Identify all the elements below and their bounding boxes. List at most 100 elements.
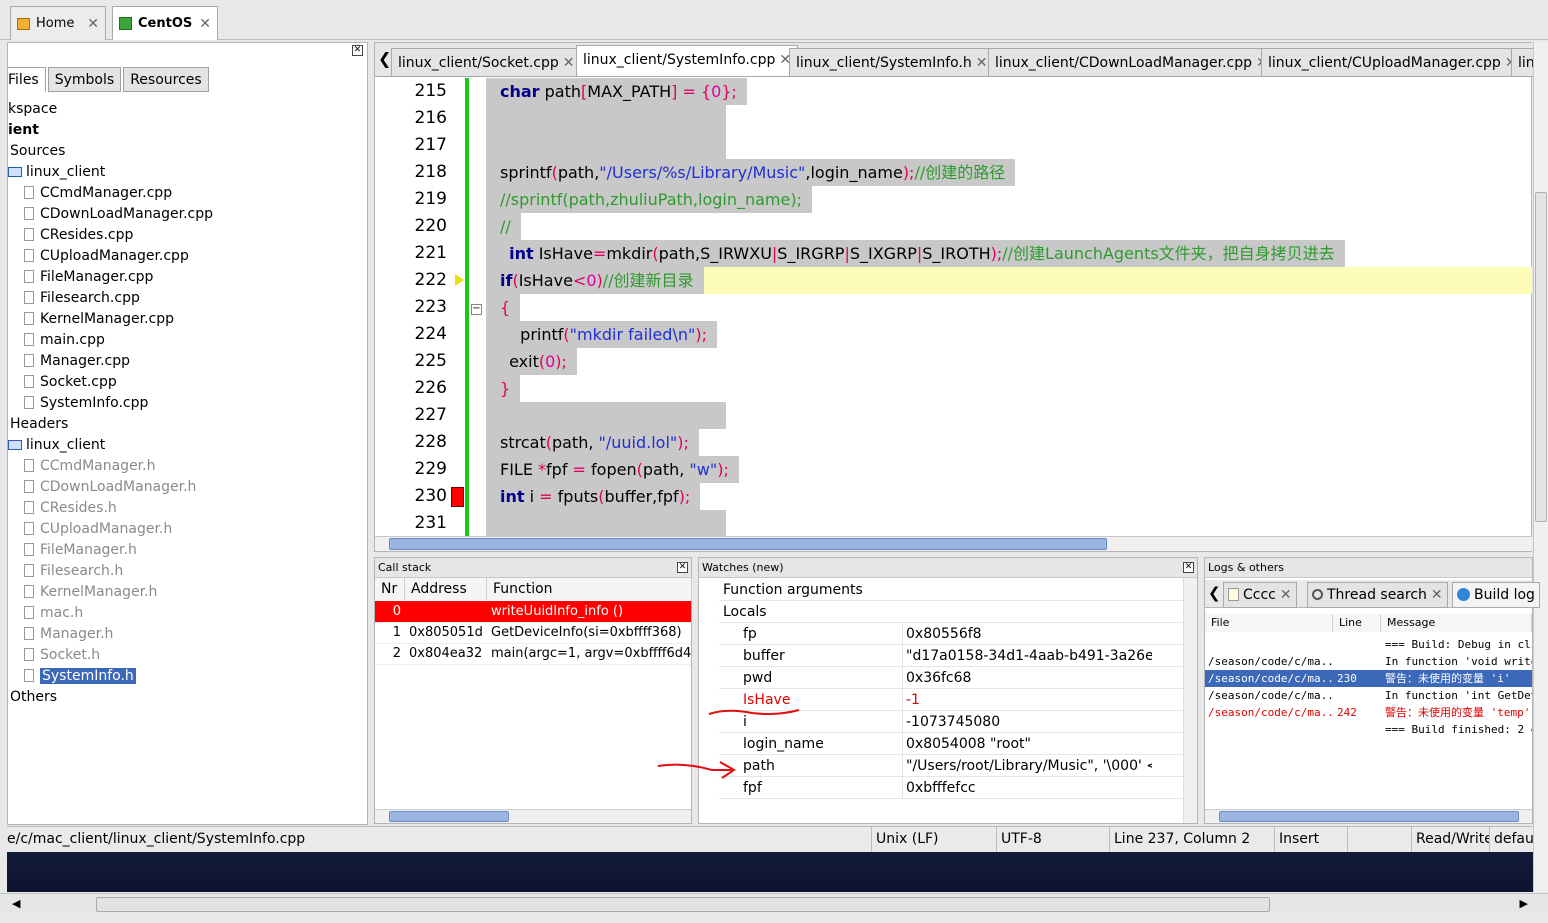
horizontal-scrollbar[interactable] bbox=[1205, 809, 1532, 823]
log-row[interactable]: === Build finished: 2 err bbox=[1205, 721, 1532, 738]
scroll-thumb[interactable] bbox=[96, 897, 1270, 912]
log-row[interactable]: /season/code/c/ma... 230 警告：未使用的变量 'i' bbox=[1205, 670, 1532, 687]
column-header[interactable]: Line bbox=[1333, 614, 1381, 632]
log-row[interactable]: /season/code/c/ma... 242 警告：未使用的变量 'temp' bbox=[1205, 704, 1532, 721]
tree-item[interactable]: linux_client bbox=[8, 435, 105, 456]
tree-item[interactable]: CCmdManager.h bbox=[24, 456, 155, 477]
tree-item[interactable]: CDownLoadManager.cpp bbox=[24, 204, 213, 225]
editor-tab[interactable]: linux_client/SystemInfo.cpp ✕ bbox=[576, 45, 799, 77]
close-icon[interactable]: ✕ bbox=[1183, 562, 1194, 573]
watch-group-locals[interactable]: − Locals bbox=[719, 601, 1183, 623]
log-row[interactable]: /season/code/c/ma... In function 'int Get… bbox=[1205, 687, 1532, 704]
tab-cccc[interactable]: Cccc ✕ bbox=[1223, 582, 1297, 608]
call-stack-row[interactable]: 1 0x805051d GetDeviceInfo(si=0xbffff368) bbox=[375, 622, 691, 644]
editor-tab[interactable]: linux_client/CUploadManager.cpp✕ bbox=[1261, 48, 1524, 77]
code-line[interactable]: //sprintf(path,zhuliuPath,login_name); bbox=[486, 186, 812, 213]
tree-item[interactable]: Manager.h bbox=[24, 624, 113, 645]
code-line[interactable] bbox=[486, 132, 726, 159]
code-line[interactable]: sprintf(path,"/Users/%s/Library/Music",l… bbox=[486, 159, 1016, 186]
editor-tab[interactable]: linux_client/Socket.cpp ✕ bbox=[391, 48, 582, 77]
watch-row[interactable]: fp 0x80556f8 bbox=[719, 623, 1183, 645]
tree-item[interactable]: CResides.cpp bbox=[24, 225, 133, 246]
code-line[interactable]: { bbox=[486, 294, 521, 321]
tree-item[interactable]: CUploadManager.cpp bbox=[24, 246, 189, 267]
scroll-thumb[interactable] bbox=[1535, 192, 1547, 522]
tree-item[interactable]: CUploadManager.h bbox=[24, 519, 172, 540]
watch-row[interactable]: buffer "d17a0158-34d1-4aab-b491-3a26eea1 bbox=[719, 645, 1183, 667]
scroll-left-icon[interactable]: ◀ bbox=[12, 897, 20, 910]
vm-tab-centos[interactable]: CentOS ✕ bbox=[112, 6, 218, 40]
vm-horizontal-scrollbar[interactable]: ◀ ▶ bbox=[0, 893, 1548, 915]
column-header[interactable]: Nr bbox=[375, 578, 405, 600]
column-header[interactable]: File bbox=[1205, 614, 1333, 632]
tree-item[interactable]: Filesearch.cpp bbox=[24, 288, 140, 309]
tree-item[interactable]: Socket.cpp bbox=[24, 372, 117, 393]
code-line[interactable]: exit(0); bbox=[486, 348, 577, 375]
scroll-thumb[interactable] bbox=[389, 538, 1107, 550]
tab-thread-search[interactable]: Thread search ✕ bbox=[1307, 582, 1448, 608]
tab-build-log[interactable]: Build log bbox=[1452, 582, 1540, 608]
log-row[interactable]: /season/code/c/ma... In function 'void wr… bbox=[1205, 653, 1532, 670]
code-line[interactable] bbox=[486, 510, 726, 536]
tab-files[interactable]: Files bbox=[8, 67, 46, 92]
vertical-scrollbar[interactable] bbox=[1533, 42, 1548, 892]
code-line[interactable]: char path[MAX_PATH] = {0}; bbox=[486, 78, 747, 105]
watch-row[interactable]: login_name 0x8054008 "root" bbox=[719, 733, 1183, 755]
tree-item[interactable]: CResides.h bbox=[24, 498, 117, 519]
vertical-scrollbar[interactable] bbox=[1183, 578, 1197, 823]
code-line[interactable]: if(IsHave<0)//创建新目录 bbox=[486, 267, 704, 294]
watch-group-function-arguments[interactable]: Function arguments bbox=[719, 579, 1183, 601]
tree-item[interactable]: ient bbox=[8, 120, 39, 141]
editor-horizontal-scrollbar[interactable] bbox=[375, 536, 1532, 551]
tree-item[interactable]: CCmdManager.cpp bbox=[24, 183, 172, 204]
tree-item[interactable]: linux_client bbox=[8, 162, 105, 183]
tree-item[interactable]: Headers bbox=[10, 414, 68, 435]
code-line[interactable]: // bbox=[486, 213, 521, 240]
column-header[interactable]: Address bbox=[405, 578, 487, 600]
chevron-left-icon[interactable]: ❮ bbox=[1208, 584, 1221, 602]
code-line[interactable] bbox=[486, 105, 726, 132]
call-stack-row[interactable]: 0 writeUuidInfo_info () bbox=[375, 601, 691, 623]
code-line[interactable]: int IsHave=mkdir(path,S_IRWXU|S_IRGRP|S_… bbox=[486, 240, 1345, 267]
tree-item[interactable]: Sources bbox=[10, 141, 65, 162]
close-icon[interactable]: ✕ bbox=[352, 45, 363, 56]
code-area[interactable]: char path[MAX_PATH] = {0}; sprintf(path,"… bbox=[486, 78, 1532, 536]
tab-symbols[interactable]: Symbols bbox=[47, 67, 122, 92]
tab-resources[interactable]: Resources bbox=[123, 67, 209, 92]
breakpoint-marker-icon[interactable] bbox=[451, 487, 464, 507]
code-line[interactable]: } bbox=[486, 375, 521, 402]
close-icon[interactable]: ✕ bbox=[1431, 587, 1443, 603]
tree-item[interactable]: SystemInfo.h bbox=[24, 666, 136, 687]
close-icon[interactable]: ✕ bbox=[976, 55, 988, 71]
chevron-left-icon[interactable]: ❮ bbox=[378, 49, 391, 68]
editor-tab[interactable]: linux_client/CDownLoadManager.cpp✕ bbox=[988, 48, 1275, 77]
tree-item[interactable]: KernelManager.h bbox=[24, 582, 157, 603]
code-line[interactable] bbox=[486, 402, 726, 429]
column-header[interactable]: Function bbox=[487, 578, 692, 600]
tree-item[interactable]: FileManager.cpp bbox=[24, 267, 153, 288]
editor-tab[interactable]: linux_client/SystemInfo.h ✕ bbox=[789, 48, 995, 77]
fold-marker-icon[interactable]: − bbox=[471, 304, 482, 315]
tree-item[interactable]: kspace bbox=[8, 99, 57, 120]
column-header[interactable]: Message bbox=[1381, 614, 1532, 632]
close-icon[interactable]: ✕ bbox=[87, 16, 99, 32]
code-line[interactable]: strcat(path, "/uuid.lol"); bbox=[486, 429, 699, 456]
watch-row[interactable]: path "/Users/root/Library/Music", '\000' … bbox=[719, 755, 1183, 777]
watch-row[interactable]: fpf 0xbfffefcc bbox=[719, 777, 1183, 799]
log-row[interactable]: === Build: Debug in clien bbox=[1205, 636, 1532, 653]
code-line[interactable]: FILE *fpf = fopen(path, "w"); bbox=[486, 456, 739, 483]
code-line[interactable]: printf("mkdir failed\n"); bbox=[486, 321, 717, 348]
watch-row[interactable]: pwd 0x36fc68 bbox=[719, 667, 1183, 689]
tree-item[interactable]: FileManager.h bbox=[24, 540, 137, 561]
call-stack-row[interactable]: 2 0x804ea32 main(argc=1, argv=0xbffff6d4) bbox=[375, 643, 691, 665]
tree-item[interactable]: SystemInfo.cpp bbox=[24, 393, 148, 414]
tree-item[interactable]: main.cpp bbox=[24, 330, 105, 351]
tree-item[interactable]: CDownLoadManager.h bbox=[24, 477, 196, 498]
tree-item[interactable]: Others bbox=[10, 687, 57, 708]
close-icon[interactable]: ✕ bbox=[199, 16, 211, 32]
horizontal-scrollbar[interactable] bbox=[375, 809, 691, 823]
scroll-thumb[interactable] bbox=[389, 811, 509, 822]
tree-item[interactable]: Filesearch.h bbox=[24, 561, 123, 582]
scroll-right-icon[interactable]: ▶ bbox=[1520, 897, 1528, 910]
code-line[interactable]: int i = fputs(buffer,fpf); bbox=[486, 483, 701, 510]
